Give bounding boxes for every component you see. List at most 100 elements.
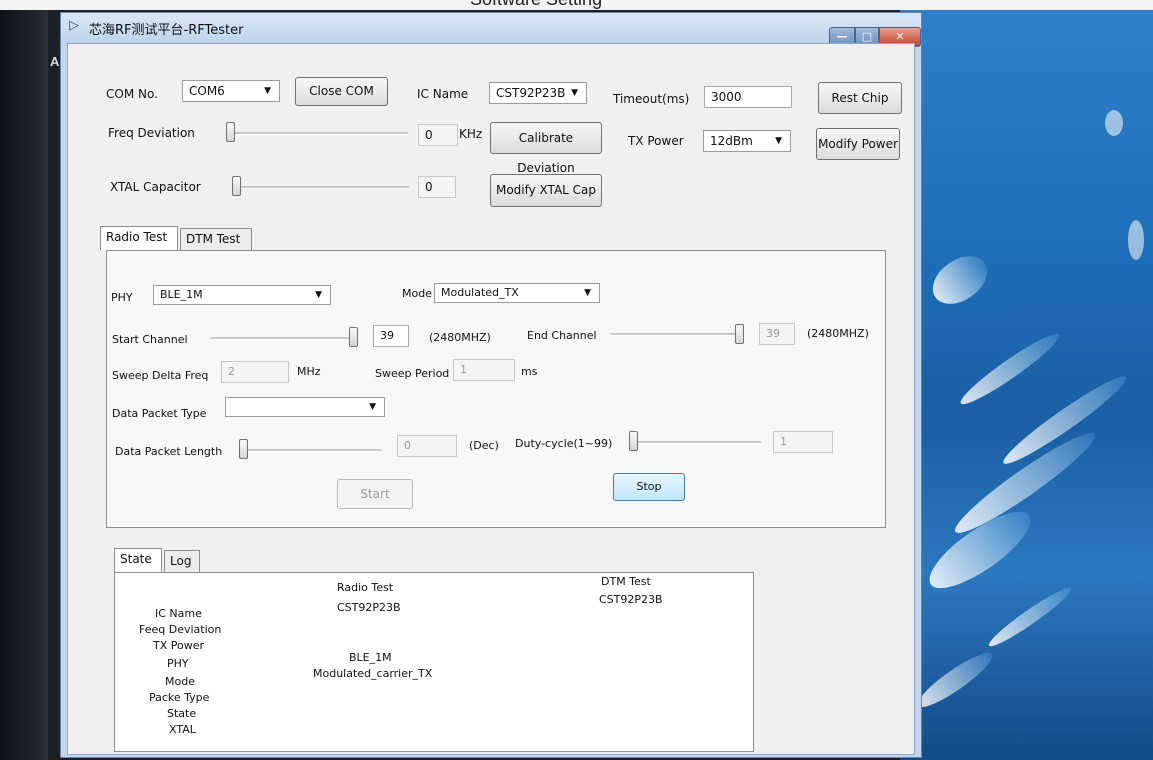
client-area: COM No. COM6 ▼ Close COM IC Name CST92P2… xyxy=(67,43,915,755)
water-drop xyxy=(1128,220,1144,260)
duty-cycle-label: Duty-cycle(1~99) xyxy=(515,437,613,450)
xtal-capacitor-label: XTAL Capacitor xyxy=(110,180,201,194)
tx-power-select[interactable]: 12dBm ▼ xyxy=(703,130,791,152)
end-channel-label: End Channel xyxy=(527,329,597,342)
calibrate-deviation-button[interactable]: Calibrate Deviation xyxy=(490,122,602,175)
rftester-window: ▷ 芯海RF测试平台-RFTester — □ ✕ COM No. COM6 ▼… xyxy=(60,12,922,758)
packet-length-slider-track xyxy=(241,449,381,452)
ic-name-value: CST92P23B xyxy=(496,86,566,100)
window-title: 芯海RF测试平台-RFTester xyxy=(89,23,244,38)
state-header-dtm: DTM Test xyxy=(601,575,651,588)
freq-deviation-slider-track xyxy=(228,132,408,135)
sweep-delta-unit: MHz xyxy=(297,365,321,378)
water-drop xyxy=(1105,110,1123,136)
com-port-select[interactable]: COM6 ▼ xyxy=(182,80,280,102)
timeout-label: Timeout(ms) xyxy=(613,92,690,106)
state-radio-mode: Modulated_carrier_TX xyxy=(313,667,433,680)
stop-button[interactable]: Stop xyxy=(613,473,685,501)
close-com-button[interactable]: Close COM xyxy=(295,77,388,106)
xtal-slider-track xyxy=(233,186,409,189)
sweep-delta-label: Sweep Delta Freq xyxy=(112,369,209,382)
app-icon: ▷ xyxy=(69,18,79,33)
water-splash xyxy=(955,327,1065,411)
packet-length-slider-thumb[interactable] xyxy=(239,439,248,459)
chevron-down-icon: ▼ xyxy=(264,86,271,96)
freq-deviation-label: Freq Deviation xyxy=(108,126,195,140)
chevron-down-icon: ▼ xyxy=(315,290,322,300)
state-row-freq-deviation: Feeq Deviation xyxy=(139,623,222,636)
end-channel-freq: (2480MHZ) xyxy=(807,327,869,340)
state-radio-phy: BLE_1M xyxy=(349,651,392,664)
state-row-state: State xyxy=(167,707,197,720)
start-channel-value[interactable]: 39 xyxy=(373,325,409,347)
state-radio-ic-name: CST92P23B xyxy=(337,601,401,614)
tab-dtm-test[interactable]: DTM Test xyxy=(180,228,252,250)
packet-type-label: Data Packet Type xyxy=(112,407,207,420)
chevron-down-icon: ▼ xyxy=(369,402,376,412)
phy-label: PHY xyxy=(111,291,133,304)
state-header-radio: Radio Test xyxy=(337,581,394,594)
end-channel-slider-thumb[interactable] xyxy=(735,324,744,344)
radio-test-panel: PHY BLE_1M ▼ Mode Modulated_TX ▼ Start C… xyxy=(106,250,886,528)
water-splash xyxy=(912,645,998,715)
modify-power-button[interactable]: Modify Power xyxy=(816,128,900,160)
desktop-label: A xyxy=(50,54,60,69)
mode-select[interactable]: Modulated_TX ▼ xyxy=(434,283,600,303)
state-row-ic-name: IC Name xyxy=(155,607,202,620)
tab-log[interactable]: Log xyxy=(164,550,200,572)
state-row-mode: Mode xyxy=(165,675,195,688)
start-channel-slider-track xyxy=(211,337,357,340)
title-bar[interactable]: ▷ 芯海RF测试平台-RFTester — □ ✕ xyxy=(61,13,921,47)
phy-select[interactable]: BLE_1M ▼ xyxy=(153,285,331,305)
rest-chip-button[interactable]: Rest Chip xyxy=(818,82,902,114)
photo-caption: Software Setting xyxy=(0,0,1153,10)
ic-name-label: IC Name xyxy=(417,87,469,101)
mode-value: Modulated_TX xyxy=(441,286,519,299)
freq-deviation-value: 0 xyxy=(418,124,458,146)
state-row-tx-power: TX Power xyxy=(153,639,205,652)
duty-cycle-slider-thumb[interactable] xyxy=(629,431,638,451)
sweep-period-unit: ms xyxy=(521,365,538,378)
mode-label: Mode xyxy=(402,287,432,300)
ic-name-select[interactable]: CST92P23B ▼ xyxy=(489,82,587,104)
start-channel-slider-thumb[interactable] xyxy=(349,327,358,347)
timeout-input[interactable]: 3000 xyxy=(704,86,792,108)
start-button[interactable]: Start xyxy=(337,479,413,509)
packet-length-label: Data Packet Length xyxy=(115,445,223,458)
xtal-slider-thumb[interactable] xyxy=(232,176,241,196)
duty-cycle-slider-track xyxy=(631,441,761,444)
desktop-wallpaper xyxy=(900,10,1153,760)
start-channel-freq: (2480MHZ) xyxy=(429,331,491,344)
state-panel: Radio Test DTM Test IC Name Feeq Deviati… xyxy=(114,572,754,752)
duty-cycle-input: 1 xyxy=(773,431,833,453)
state-row-phy: PHY xyxy=(167,657,189,670)
state-row-packet-type: Packe Type xyxy=(149,691,210,704)
water-splash xyxy=(985,582,1075,652)
tx-power-label: TX Power xyxy=(628,134,684,148)
phy-value: BLE_1M xyxy=(160,288,203,301)
sweep-period-input: 1 xyxy=(453,359,515,381)
state-dtm-ic-name: CST92P23B xyxy=(599,593,663,606)
water-splash xyxy=(923,246,997,314)
tab-state[interactable]: State xyxy=(114,548,162,572)
packet-length-input: 0 xyxy=(397,435,457,457)
packet-type-select[interactable]: ▼ xyxy=(225,397,385,417)
modify-xtal-cap-button[interactable]: Modify XTAL Cap xyxy=(490,174,602,207)
xtal-value: 0 xyxy=(418,176,456,198)
sweep-delta-input: 2 xyxy=(221,361,289,383)
packet-length-unit: (Dec) xyxy=(469,439,499,452)
monitor-bezel xyxy=(0,10,48,760)
chevron-down-icon: ▼ xyxy=(571,88,578,98)
freq-deviation-slider-thumb[interactable] xyxy=(226,122,235,142)
state-row-xtal: XTAL xyxy=(169,723,196,736)
tab-radio-test[interactable]: Radio Test xyxy=(100,226,178,250)
com-no-label: COM No. xyxy=(106,87,158,101)
end-channel-slider-track xyxy=(611,333,741,336)
start-channel-label: Start Channel xyxy=(112,333,188,346)
freq-deviation-unit: KHz xyxy=(459,127,483,141)
tx-power-value: 12dBm xyxy=(710,134,753,148)
caption-text: Software Setting xyxy=(470,0,602,10)
end-channel-value: 39 xyxy=(759,323,795,345)
chevron-down-icon: ▼ xyxy=(775,136,782,146)
sweep-period-label: Sweep Period xyxy=(375,367,450,380)
